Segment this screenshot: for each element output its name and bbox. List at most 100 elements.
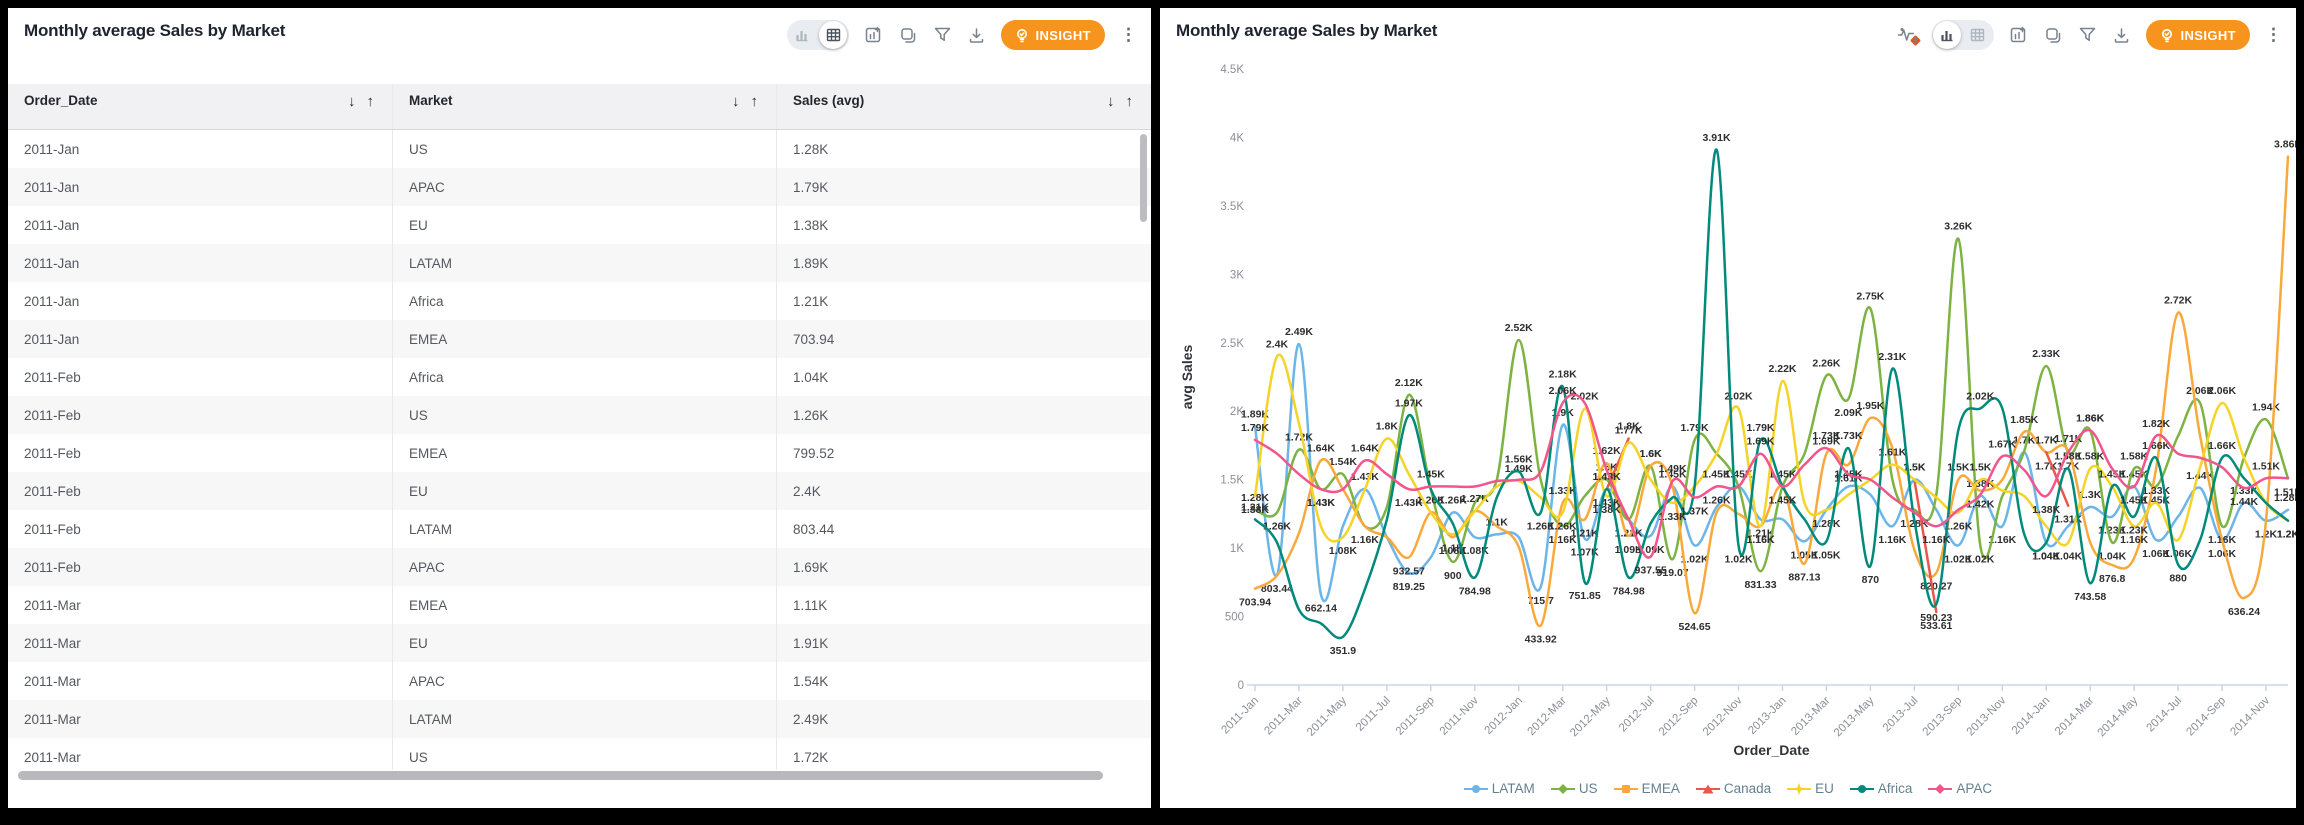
- data-point-label: 1.02K: [1725, 553, 1753, 565]
- add-visualization-button[interactable]: [2009, 25, 2029, 45]
- view-toggle[interactable]: [1932, 20, 1994, 50]
- legend-item-africa[interactable]: Africa: [1850, 781, 1913, 796]
- legend-item-latam[interactable]: LATAM: [1464, 781, 1535, 796]
- column-header-market[interactable]: Market ↓↑: [392, 84, 776, 129]
- column-header-sales-avg[interactable]: Sales (avg) ↓↑: [776, 84, 1151, 129]
- sort-ascending-icon[interactable]: ↑: [367, 93, 375, 110]
- x-tick-label: 2014-Mar: [2053, 695, 2096, 738]
- table-row[interactable]: 2011-JanEMEA703.94: [8, 320, 1151, 358]
- kebab-menu-icon[interactable]: ⋮: [1120, 30, 1137, 40]
- table-row[interactable]: 2011-MarUS1.72K: [8, 738, 1151, 770]
- y-tick-label: 1.5K: [1220, 475, 1244, 487]
- legend-item-eu[interactable]: EU: [1787, 781, 1834, 796]
- data-point-label: 1.06K: [2164, 548, 2192, 560]
- table-cell: 2011-Jan: [8, 244, 392, 282]
- horizontal-scrollbar[interactable]: [18, 771, 1137, 780]
- table-row[interactable]: 2011-JanAfrica1.21K: [8, 282, 1151, 320]
- data-point-label: 1.45K: [1768, 495, 1796, 507]
- table-row[interactable]: 2011-MarEU1.91K: [8, 624, 1151, 662]
- sort-ascending-icon[interactable]: ↑: [751, 93, 759, 110]
- add-visualization-button[interactable]: [864, 25, 884, 45]
- vertical-scrollbar[interactable]: [1140, 134, 1148, 734]
- bar-chart-icon[interactable]: [1933, 21, 1961, 49]
- bar-chart-icon[interactable]: [787, 20, 818, 50]
- table-cell: 1.26K: [776, 396, 1151, 434]
- legend-item-emea[interactable]: EMEA: [1614, 781, 1680, 796]
- table-row[interactable]: 2011-JanEU1.38K: [8, 206, 1151, 244]
- data-point-label: 2.72K: [2164, 295, 2192, 307]
- table-row[interactable]: 2011-FebEMEA799.52: [8, 434, 1151, 472]
- download-button[interactable]: [967, 26, 986, 45]
- data-point-label: 876.8: [2099, 573, 2125, 585]
- insight-button-label: INSIGHT: [1035, 28, 1091, 43]
- legend-item-apac[interactable]: APAC: [1928, 781, 1992, 796]
- filter-button[interactable]: [2078, 26, 2097, 44]
- view-toggle[interactable]: [787, 20, 849, 50]
- data-point-label: 1.64K: [1351, 443, 1379, 455]
- data-point-label: 662.14: [1305, 602, 1337, 614]
- table-row[interactable]: 2011-FebEU2.4K: [8, 472, 1151, 510]
- anomaly-alert-icon[interactable]: !: [1897, 26, 1917, 44]
- legend-label: EMEA: [1642, 781, 1680, 796]
- sort-descending-icon[interactable]: ↓: [1107, 93, 1115, 110]
- sort-descending-icon[interactable]: ↓: [348, 93, 356, 110]
- insight-button[interactable]: INSIGHT: [1001, 20, 1105, 50]
- data-point-label: 1.79K: [1241, 422, 1269, 434]
- table-cell: 799.52: [776, 434, 1151, 472]
- data-point-label: 1.42K: [1966, 499, 1994, 511]
- table-row[interactable]: 2011-MarAPAC1.54K: [8, 662, 1151, 700]
- table-cell: 1.54K: [776, 662, 1151, 700]
- table-icon[interactable]: [819, 21, 847, 49]
- sort-ascending-icon[interactable]: ↑: [1126, 93, 1134, 110]
- data-point-label: 1.79K: [1746, 422, 1774, 434]
- scrollbar-thumb[interactable]: [1140, 134, 1147, 222]
- table-cell: 2011-Jan: [8, 130, 392, 168]
- x-tick-label: 2014-May: [2096, 694, 2141, 739]
- column-header-order-date[interactable]: Order_Date ↓↑: [8, 84, 392, 129]
- table-row[interactable]: 2011-JanUS1.28K: [8, 130, 1151, 168]
- table-row[interactable]: 2011-FebAPAC1.69K: [8, 548, 1151, 586]
- table-cell: 1.79K: [776, 168, 1151, 206]
- table-cell: 2011-Feb: [8, 358, 392, 396]
- legend-item-canada[interactable]: Canada: [1696, 781, 1771, 796]
- table-row[interactable]: 2011-FebLATAM803.44: [8, 510, 1151, 548]
- data-point-label: 751.85: [1569, 590, 1601, 602]
- data-point-label: 1.26K: [1527, 521, 1555, 533]
- data-point-label: 743.58: [2074, 591, 2106, 603]
- table-row[interactable]: 2011-FebUS1.26K: [8, 396, 1151, 434]
- data-point-label: 1.54K: [1329, 456, 1357, 468]
- copy-button[interactable]: [899, 26, 918, 45]
- data-point-label: 937.55: [1635, 565, 1667, 577]
- x-axis-title: Order_Date: [1733, 742, 1809, 758]
- table-row[interactable]: 2011-MarLATAM2.49K: [8, 700, 1151, 738]
- data-point-label: 2.26K: [1812, 358, 1840, 370]
- table-row[interactable]: 2011-JanLATAM1.89K: [8, 244, 1151, 282]
- table-cell: 1.89K: [776, 244, 1151, 282]
- data-point-label: 1.44K: [2230, 496, 2258, 508]
- data-point-label: 1.43K: [1395, 497, 1423, 509]
- y-tick-label: 4K: [1230, 132, 1244, 144]
- table-row[interactable]: 2011-JanAPAC1.79K: [8, 168, 1151, 206]
- data-point-label: 636.24: [2228, 606, 2260, 618]
- data-point-label: 870: [1862, 574, 1880, 586]
- data-point-label: 1.23K: [2120, 525, 2148, 537]
- legend-marker-icon: [1850, 783, 1874, 795]
- insight-button[interactable]: INSIGHT: [2146, 20, 2250, 50]
- series-line-EMEA[interactable]: [1255, 157, 2288, 627]
- copy-button[interactable]: [2044, 26, 2063, 45]
- data-table: Order_Date ↓↑ Market ↓↑ Sales (avg) ↓↑ 2…: [8, 84, 1151, 808]
- table-row[interactable]: 2011-MarEMEA1.11K: [8, 586, 1151, 624]
- data-point-label: 1.44K: [2186, 470, 2214, 482]
- line-chart[interactable]: 2011-Jan2011-Mar2011-May2011-Jul2011-Sep…: [1160, 8, 2296, 808]
- sort-descending-icon[interactable]: ↓: [732, 93, 740, 110]
- y-tick-label: 0: [1238, 680, 1244, 692]
- table-icon[interactable]: [1962, 20, 1993, 50]
- filter-button[interactable]: [933, 26, 952, 44]
- kebab-menu-icon[interactable]: ⋮: [2265, 30, 2282, 40]
- scrollbar-thumb[interactable]: [18, 771, 1103, 780]
- legend-item-us[interactable]: US: [1551, 781, 1598, 796]
- data-point-label: 1.45K: [1703, 469, 1731, 481]
- table-row[interactable]: 2011-FebAfrica1.04K: [8, 358, 1151, 396]
- download-button[interactable]: [2112, 26, 2131, 45]
- x-tick-label: 2013-May: [1832, 694, 1877, 739]
